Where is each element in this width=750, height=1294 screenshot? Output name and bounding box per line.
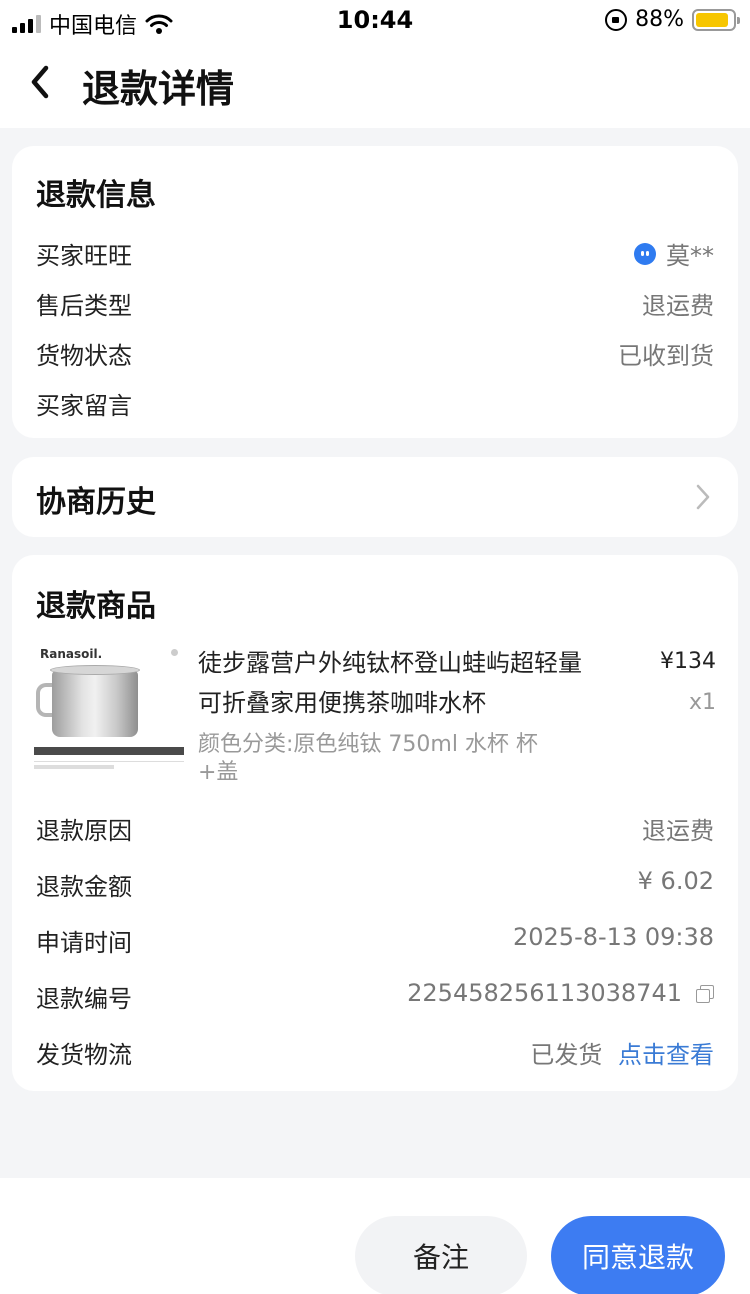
refund-amount-value: ¥ 6.02 (637, 867, 714, 895)
refund-goods-title: 退款商品 (36, 589, 156, 624)
battery-percent: 88% (635, 7, 684, 32)
refund-number-label: 退款编号 (36, 985, 132, 1013)
status-right: 88% (605, 7, 740, 32)
refund-goods-card: 退款商品 Ranasoil. 徒步露营户外纯钛杯登山蛙屿超轻量可折叠家用便携茶咖… (12, 555, 738, 1091)
buyer-wangwang-value[interactable]: 莫** (634, 236, 714, 271)
status-bar: 中国电信 10:44 88% (0, 0, 750, 44)
shipping-value: 已发货 点击查看 (530, 1035, 714, 1070)
refund-number: 225458256113038741 (407, 979, 682, 1007)
spec-table (34, 747, 184, 775)
bottom-action-bar: 备注 同意退款 (0, 1178, 750, 1294)
battery-icon (692, 8, 740, 31)
product-image[interactable]: Ranasoil. (34, 643, 184, 781)
copy-icon[interactable] (696, 985, 714, 1003)
product-sku: 颜色分类:原色纯钛 750ml 水杯 杯+盖 (198, 732, 538, 785)
aftersale-type-value: 退运费 (642, 292, 714, 320)
product-price: ¥134 (660, 649, 716, 674)
buyer-wangwang-label: 买家旺旺 (36, 242, 132, 270)
refund-number-value: 225458256113038741 (407, 979, 714, 1007)
cup-rim (50, 665, 140, 675)
product-brand-logo: Ranasoil. (40, 647, 103, 661)
aftersale-type-label: 售后类型 (36, 292, 132, 320)
negotiation-history-card[interactable]: 协商历史 (12, 457, 738, 537)
wangwang-icon (634, 242, 656, 265)
agree-refund-button[interactable]: 同意退款 (551, 1216, 725, 1294)
orientation-lock-icon (605, 8, 628, 31)
remark-button[interactable]: 备注 (355, 1216, 527, 1294)
refund-reason-label: 退款原因 (36, 817, 132, 845)
page-title: 退款详情 (82, 67, 235, 111)
chevron-left-icon (31, 65, 49, 99)
refund-info-title: 退款信息 (36, 178, 156, 213)
negotiation-history-title: 协商历史 (36, 485, 156, 520)
buyer-name: 莫** (666, 242, 714, 270)
product-quantity: x1 (688, 690, 716, 715)
product-title[interactable]: 徒步露营户外纯钛杯登山蛙屿超轻量可折叠家用便携茶咖啡水杯 (198, 643, 582, 723)
refund-amount-label: 退款金额 (36, 873, 132, 901)
shipping-status: 已发货 (530, 1041, 603, 1069)
goods-status-value: 已收到货 (618, 342, 714, 370)
refund-info-card: 退款信息 买家旺旺 莫** 售后类型 退运费 货物状态 已收到货 买家留言 (12, 146, 738, 438)
apply-time-value: 2025-8-13 09:38 (513, 923, 714, 951)
nav-bar: 退款详情 (0, 44, 750, 128)
image-dot (171, 649, 178, 656)
buyer-message-label: 买家留言 (36, 392, 132, 420)
cup-body (52, 671, 138, 737)
refund-reason-value: 退运费 (642, 817, 714, 845)
apply-time-label: 申请时间 (36, 929, 132, 957)
shipping-label: 发货物流 (36, 1041, 132, 1069)
chevron-right-icon (696, 484, 710, 510)
goods-status-label: 货物状态 (36, 342, 132, 370)
view-logistics-link[interactable]: 点击查看 (618, 1041, 714, 1069)
back-button[interactable] (26, 62, 66, 106)
